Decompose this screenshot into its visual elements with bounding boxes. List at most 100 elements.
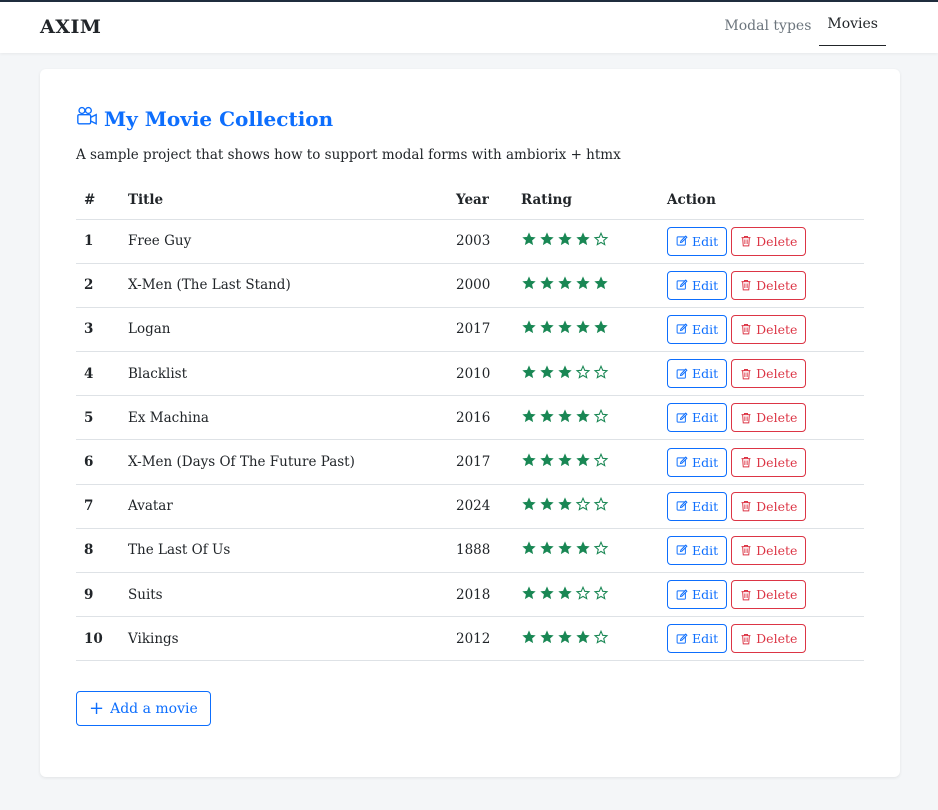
- delete-label: Delete: [756, 321, 798, 337]
- star-filled-icon: [521, 629, 537, 645]
- delete-button[interactable]: Delete: [731, 270, 807, 300]
- top-navbar: AXIM Modal types Movies: [0, 0, 938, 53]
- edit-button[interactable]: Edit: [667, 624, 728, 654]
- trash-icon: [740, 323, 752, 335]
- row-number: 3: [76, 307, 120, 353]
- movie-title: The Last Of Us: [120, 528, 448, 574]
- rating-stars: [521, 452, 609, 468]
- brand-logo[interactable]: AXIM: [40, 16, 101, 38]
- star-filled-icon: [557, 496, 573, 512]
- edit-button[interactable]: Edit: [667, 535, 728, 565]
- edit-label: Edit: [692, 366, 719, 382]
- table-row: 7 Avatar 2024 Edit Delete: [76, 484, 864, 529]
- star-filled-icon: [557, 408, 573, 424]
- table-row: 2 X-Men (The Last Stand) 2000 Edit Delete: [76, 263, 864, 308]
- table-row: 8 The Last Of Us 1888 Edit Delete: [76, 528, 864, 574]
- delete-button[interactable]: Delete: [731, 226, 807, 256]
- edit-label: Edit: [692, 631, 719, 647]
- star-filled-icon: [593, 275, 609, 291]
- delete-button[interactable]: Delete: [731, 359, 807, 389]
- edit-button[interactable]: Edit: [667, 447, 728, 477]
- delete-button[interactable]: Delete: [731, 535, 807, 565]
- table-header-row: # Title Year Rating Action: [76, 182, 864, 220]
- nav-link-movies[interactable]: Movies: [819, 2, 886, 46]
- edit-label: Edit: [692, 410, 719, 426]
- star-filled-icon: [521, 540, 537, 556]
- edit-button[interactable]: Edit: [667, 226, 728, 256]
- movie-rating: [513, 528, 659, 574]
- movie-year: 2017: [448, 307, 513, 353]
- edit-icon: [676, 412, 688, 424]
- delete-label: Delete: [756, 277, 798, 293]
- column-header-action: Action: [659, 182, 864, 220]
- movie-rating: [513, 439, 659, 485]
- star-filled-icon: [521, 364, 537, 380]
- movie-year: 2012: [448, 616, 513, 662]
- edit-icon: [676, 323, 688, 335]
- movie-rating: [513, 395, 659, 441]
- nav-link-modal-types[interactable]: Modal types: [716, 2, 819, 53]
- star-empty-icon: [593, 629, 609, 645]
- delete-button[interactable]: Delete: [731, 447, 807, 477]
- table-row: 1 Free Guy 2003 Edit Delete: [76, 219, 864, 264]
- star-filled-icon: [539, 275, 555, 291]
- page-title: My Movie Collection: [76, 105, 333, 132]
- delete-button[interactable]: Delete: [731, 491, 807, 521]
- star-filled-icon: [557, 540, 573, 556]
- star-filled-icon: [521, 231, 537, 247]
- table-row: 5 Ex Machina 2016 Edit Delete: [76, 395, 864, 441]
- star-empty-icon: [593, 452, 609, 468]
- star-filled-icon: [575, 231, 591, 247]
- delete-button[interactable]: Delete: [731, 580, 807, 610]
- edit-button[interactable]: Edit: [667, 580, 728, 610]
- edit-button[interactable]: Edit: [667, 403, 728, 433]
- edit-button[interactable]: Edit: [667, 314, 728, 344]
- table-row: 10 Vikings 2012 Edit Delete: [76, 616, 864, 662]
- rating-stars: [521, 496, 609, 512]
- movie-title: X-Men (The Last Stand): [120, 263, 448, 308]
- edit-button[interactable]: Edit: [667, 359, 728, 389]
- star-empty-icon: [593, 496, 609, 512]
- movie-title: Free Guy: [120, 219, 448, 264]
- row-actions: Edit Delete: [659, 219, 864, 264]
- movie-year: 1888: [448, 528, 513, 574]
- edit-button[interactable]: Edit: [667, 491, 728, 521]
- delete-label: Delete: [756, 233, 798, 249]
- star-empty-icon: [593, 585, 609, 601]
- movie-rating: [513, 263, 659, 308]
- delete-label: Delete: [756, 542, 798, 558]
- star-filled-icon: [539, 452, 555, 468]
- star-filled-icon: [593, 319, 609, 335]
- star-empty-icon: [575, 496, 591, 512]
- add-movie-button[interactable]: + Add a movie: [76, 691, 211, 726]
- edit-button[interactable]: Edit: [667, 270, 728, 300]
- star-filled-icon: [539, 585, 555, 601]
- rating-stars: [521, 275, 609, 291]
- edit-label: Edit: [692, 321, 719, 337]
- edit-icon: [676, 368, 688, 380]
- delete-button[interactable]: Delete: [731, 403, 807, 433]
- row-number: 1: [76, 219, 120, 264]
- star-filled-icon: [521, 585, 537, 601]
- plus-icon: +: [89, 697, 105, 719]
- delete-label: Delete: [756, 631, 798, 647]
- row-actions: Edit Delete: [659, 351, 864, 397]
- delete-button[interactable]: Delete: [731, 624, 807, 654]
- trash-icon: [740, 456, 752, 468]
- row-actions: Edit Delete: [659, 439, 864, 485]
- row-number: 6: [76, 439, 120, 485]
- star-filled-icon: [575, 540, 591, 556]
- movie-title: Ex Machina: [120, 395, 448, 441]
- star-filled-icon: [521, 275, 537, 291]
- add-movie-label: Add a movie: [110, 700, 198, 717]
- star-filled-icon: [539, 629, 555, 645]
- row-actions: Edit Delete: [659, 572, 864, 618]
- edit-icon: [676, 456, 688, 468]
- rating-stars: [521, 629, 609, 645]
- movie-rating: [513, 484, 659, 529]
- star-filled-icon: [557, 319, 573, 335]
- nav-menu: Modal types Movies: [716, 2, 886, 53]
- delete-button[interactable]: Delete: [731, 314, 807, 344]
- row-number: 2: [76, 263, 120, 308]
- row-number: 5: [76, 395, 120, 441]
